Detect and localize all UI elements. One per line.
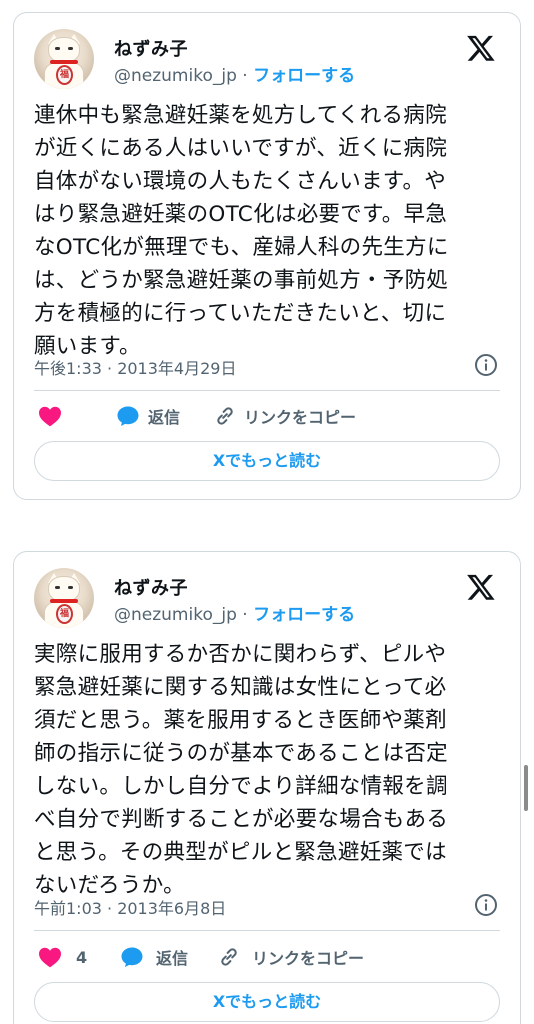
link-icon (217, 407, 233, 425)
tweet-line: 須だと思う。薬を服用するとき医師や薬剤 (34, 708, 447, 733)
reply-bubble-icon (121, 947, 143, 967)
tweet-actions: 4 返信 リンクをコピー (34, 939, 500, 975)
user-handle[interactable]: @nezumiko_jp (114, 66, 237, 86)
heart-icon (39, 947, 61, 968)
separator: · (236, 605, 254, 625)
tweet-line: 緊急避妊薬に関する知識は女性にとって必 (34, 675, 447, 700)
tweet-line: 連休中も緊急避妊薬を処方してくれる病院 (34, 103, 447, 128)
divider (34, 930, 500, 931)
handle-row: @nezumiko_jp · フォローする (114, 600, 355, 625)
tweet-line: が近くにある人はいいですが、近くに病院 (34, 136, 448, 161)
tweet-line: 方を積極的に行っていただきたいと、切に (34, 301, 447, 326)
info-icon[interactable] (474, 893, 498, 917)
tweet-header: 福 ねずみ子 @nezumiko_jp · フォローする (34, 566, 502, 630)
tweet-line: しない。しかし自分でより詳細な情報を調 (34, 774, 448, 799)
avatar[interactable]: 福 (34, 29, 94, 89)
x-logo-icon[interactable] (466, 33, 496, 63)
copy-link-button[interactable]: リンクをコピー (218, 939, 364, 975)
tweet-line: 自体がない環境の人もたくさんいます。や (34, 169, 447, 194)
avatar[interactable]: 福 (34, 568, 94, 628)
avatar-coin: 福 (56, 65, 73, 85)
scrollbar[interactable] (524, 765, 528, 811)
follow-button[interactable]: フォローする (253, 605, 355, 625)
avatar-coin: 福 (56, 604, 73, 624)
tweet-line: 師の指示に従うのが基本であることは否定 (34, 741, 448, 766)
like-count: 4 (76, 947, 88, 967)
heart-icon (39, 406, 61, 427)
user-name[interactable]: ねずみ子 (114, 35, 188, 61)
tweet-actions: 返信 リンクをコピー (34, 398, 500, 434)
reply-label: 返信 (156, 949, 189, 968)
tweet-line: べ自分で判断することが必要な場合もある (34, 807, 449, 832)
tweet-line: はり緊急避妊薬のOTC化は必要です。早急 (34, 202, 448, 227)
handle-row: @nezumiko_jp · フォローする (114, 61, 355, 86)
reply-button[interactable]: 返信 (120, 939, 188, 975)
tweet-line: 実際に服用するか否かに関わらず、ピルや (34, 642, 447, 667)
read-more-button[interactable]: Xでもっと読む (34, 982, 500, 1022)
tweet-text: 実際に服用するか否かに関わらず、ピルや 緊急避妊薬に関する知識は女性にとって必 … (34, 638, 504, 902)
timestamp[interactable]: 午後1:33 · 2013年4月29日 (34, 355, 236, 379)
link-icon (221, 948, 237, 966)
info-icon[interactable] (474, 353, 498, 377)
reply-button[interactable]: 返信 (116, 398, 180, 434)
tweet-header: 福 ねずみ子 @nezumiko_jp · フォローする (34, 27, 502, 91)
x-logo-icon[interactable] (466, 572, 496, 602)
timestamp[interactable]: 午前1:03 · 2013年6月8日 (34, 895, 226, 919)
reply-label: 返信 (148, 408, 181, 427)
read-more-button[interactable]: Xでもっと読む (34, 441, 500, 481)
tweet-line: は、どうか緊急避妊薬の事前処方・予防処 (34, 268, 449, 293)
tweet-line: と思う。その典型がピルと緊急避妊薬では (34, 840, 447, 865)
copy-link-label: リンクをコピー (244, 408, 357, 427)
copy-link-button[interactable]: リンクをコピー (214, 398, 356, 434)
copy-link-label: リンクをコピー (252, 949, 365, 968)
user-name[interactable]: ねずみ子 (114, 574, 188, 600)
tweet-line: なOTC化が無理でも、産婦人科の先生方に (34, 235, 449, 260)
follow-button[interactable]: フォローする (253, 66, 355, 86)
divider (34, 390, 500, 391)
like-button[interactable] (38, 398, 70, 434)
separator: · (236, 66, 254, 86)
tweet-card[interactable]: 福 ねずみ子 @nezumiko_jp · フォローする 実際に服用するか否かに… (13, 551, 521, 1024)
reply-bubble-icon (117, 406, 139, 426)
user-handle[interactable]: @nezumiko_jp (114, 605, 237, 625)
like-button[interactable]: 4 (38, 939, 87, 975)
tweet-text: 連休中も緊急避妊薬を処方してくれる病院 が近くにある人はいいですが、近くに病院 … (34, 99, 504, 363)
tweet-card[interactable]: 福 ねずみ子 @nezumiko_jp · フォローする 連休中も緊急避妊薬を処… (13, 12, 521, 500)
